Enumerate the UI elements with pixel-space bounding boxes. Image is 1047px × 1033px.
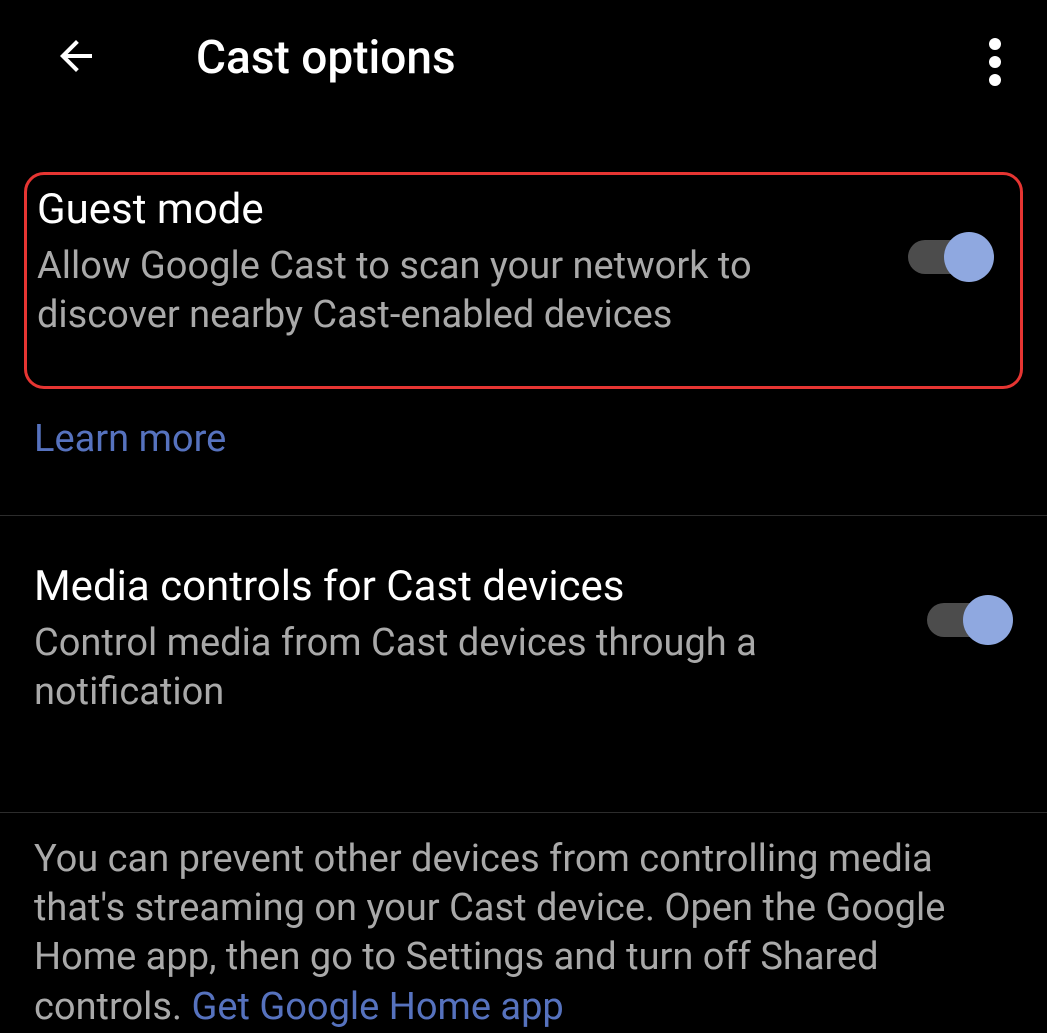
guest-mode-setting[interactable]: Guest mode Allow Google Cast to scan you… <box>24 172 1023 389</box>
page-title: Cast options <box>196 31 456 85</box>
media-controls-title: Media controls for Cast devices <box>34 562 887 611</box>
settings-content: Guest mode Allow Google Cast to scan you… <box>0 172 1047 1032</box>
media-controls-description: Control media from Cast devices through … <box>34 619 887 718</box>
guest-mode-description: Allow Google Cast to scan your network t… <box>37 242 868 341</box>
info-paragraph: You can prevent other devices from contr… <box>0 813 1047 1033</box>
learn-more-link[interactable]: Learn more <box>0 389 226 461</box>
media-controls-toggle[interactable] <box>927 600 1013 640</box>
arrow-left-icon <box>52 32 100 84</box>
more-vert-icon <box>989 38 1001 90</box>
guest-mode-toggle[interactable] <box>908 237 994 277</box>
app-header: Cast options <box>0 0 1047 126</box>
guest-mode-title: Guest mode <box>37 185 868 234</box>
toggle-thumb <box>963 595 1013 645</box>
guest-mode-text: Guest mode Allow Google Cast to scan you… <box>37 185 908 341</box>
media-controls-text: Media controls for Cast devices Control … <box>34 562 927 718</box>
more-options-button[interactable] <box>971 40 1019 88</box>
back-button[interactable] <box>48 30 104 86</box>
toggle-thumb <box>944 232 994 282</box>
media-controls-setting[interactable]: Media controls for Cast devices Control … <box>0 516 1047 758</box>
get-google-home-app-link[interactable]: Get Google Home app <box>191 985 563 1029</box>
